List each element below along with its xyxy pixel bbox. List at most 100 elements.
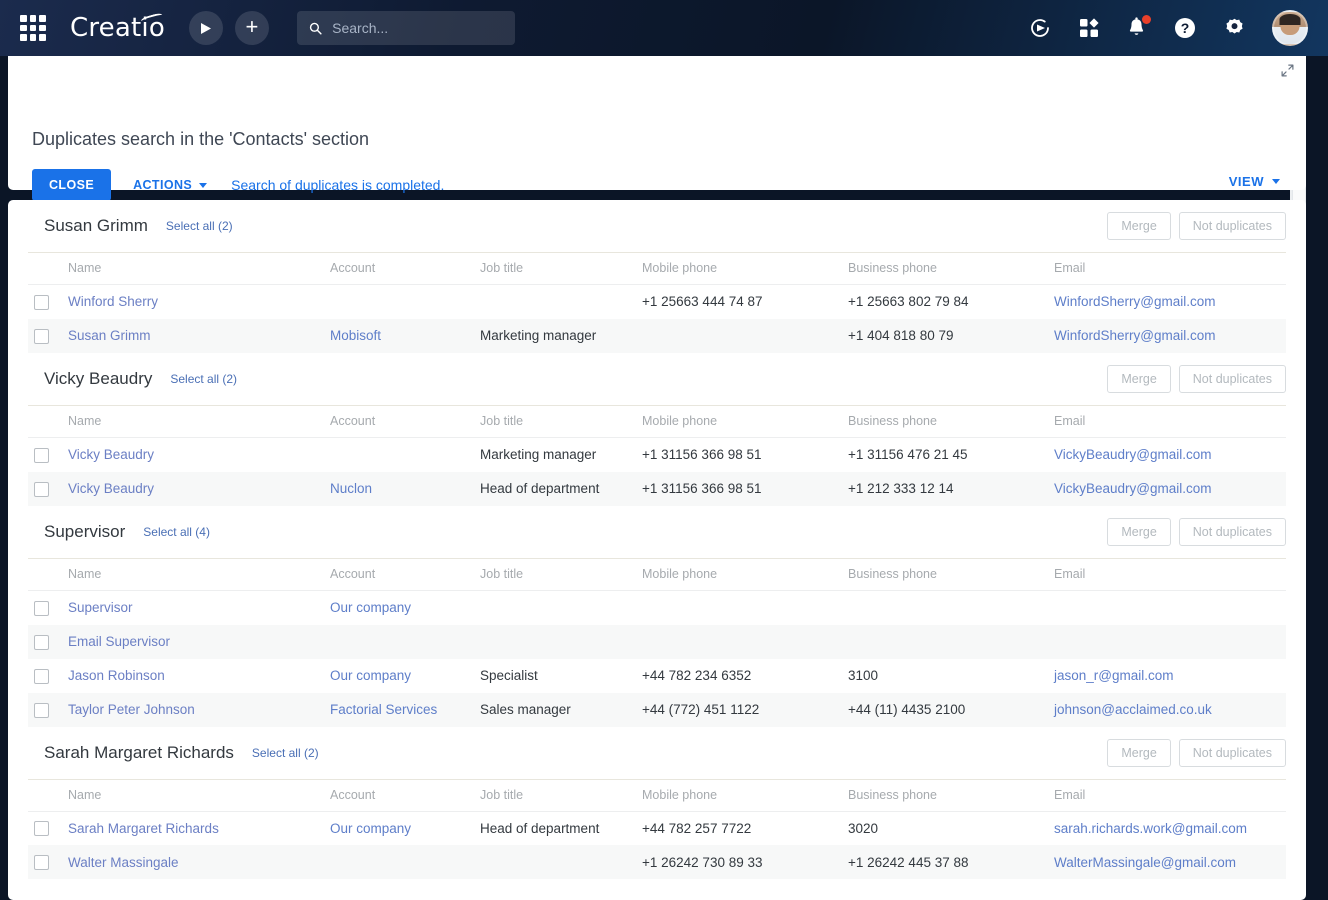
column-header-mobile[interactable]: Mobile phone — [642, 252, 848, 285]
search-box[interactable] — [296, 11, 515, 45]
account-link[interactable]: Factorial Services — [330, 702, 437, 717]
row-checkbox[interactable] — [34, 855, 49, 871]
toolbar-actions: CLOSE ACTIONS Search of duplicates is co… — [32, 169, 444, 201]
row-checkbox[interactable] — [34, 328, 49, 344]
expand-icon[interactable] — [1281, 64, 1294, 82]
column-header-mobile[interactable]: Mobile phone — [642, 404, 848, 438]
column-header-account[interactable]: Account — [330, 778, 480, 812]
table-row[interactable]: Walter Massingale +1 26242 730 89 33 +1 26… — [28, 845, 1286, 880]
apps-grid-icon[interactable] — [18, 13, 48, 43]
account-link[interactable]: Our company — [330, 821, 411, 836]
view-menu-button[interactable]: VIEW — [1229, 174, 1280, 189]
column-header-email[interactable]: Email — [1054, 404, 1286, 438]
table-row[interactable]: Susan Grimm Mobisoft Marketing manager +1 4… — [28, 318, 1286, 353]
select-all-link[interactable]: Select all (2) — [252, 746, 319, 760]
row-checkbox[interactable] — [34, 702, 49, 718]
user-avatar[interactable] — [1272, 10, 1308, 46]
column-header-job[interactable]: Job title — [480, 404, 642, 438]
not-duplicates-button[interactable]: Not duplicates — [1178, 212, 1286, 240]
name-link[interactable]: Walter Massingale — [68, 855, 179, 870]
table-row[interactable]: Jason Robinson Our company Specialist +44 7… — [28, 659, 1286, 693]
account-link[interactable]: Our company — [330, 668, 411, 683]
copilot-icon[interactable] — [1028, 16, 1052, 40]
column-header-name[interactable]: Name — [68, 252, 330, 285]
merge-button[interactable]: Merge — [1107, 738, 1171, 767]
column-header-mobile[interactable]: Mobile phone — [642, 778, 848, 812]
select-all-link[interactable]: Select all (4) — [143, 525, 210, 539]
column-header-business[interactable]: Business phone — [848, 404, 1054, 438]
help-question-icon[interactable]: ? — [1173, 16, 1197, 40]
name-link[interactable]: Vicky Beaudry — [68, 481, 154, 496]
column-header-email[interactable]: Email — [1054, 778, 1286, 812]
status-message[interactable]: Search of duplicates is completed. — [231, 177, 444, 193]
search-icon — [309, 22, 322, 35]
table-row[interactable]: Supervisor Our company — [28, 590, 1286, 624]
name-link[interactable]: Vicky Beaudry — [68, 447, 154, 462]
row-checkbox[interactable] — [34, 294, 49, 310]
email-link[interactable]: johnson@acclaimed.co.uk — [1054, 702, 1212, 717]
name-link[interactable]: Supervisor — [68, 600, 133, 615]
merge-button[interactable]: Merge — [1107, 364, 1171, 393]
email-link[interactable]: WinfordSherry@gmail.com — [1054, 294, 1216, 309]
merge-button[interactable]: Merge — [1107, 212, 1171, 240]
column-header-job[interactable]: Job title — [480, 252, 642, 285]
table-row[interactable]: Sarah Margaret Richards Our company Head o… — [28, 811, 1286, 845]
table-row[interactable]: Taylor Peter Johnson Factorial Services Sa… — [28, 692, 1286, 727]
column-header-mobile[interactable]: Mobile phone — [642, 557, 848, 591]
name-link[interactable]: Winford Sherry — [68, 294, 158, 309]
column-header-job[interactable]: Job title — [480, 778, 642, 812]
notifications-bell-icon[interactable] — [1126, 15, 1151, 39]
account-link[interactable]: Our company — [330, 600, 411, 615]
row-checkbox[interactable] — [34, 634, 49, 650]
column-header-business[interactable]: Business phone — [848, 557, 1054, 591]
select-all-link[interactable]: Select all (2) — [170, 372, 237, 386]
row-checkbox[interactable] — [34, 447, 49, 463]
email-link[interactable]: VickyBeaudry@gmail.com — [1054, 447, 1212, 462]
not-duplicates-button[interactable]: Not duplicates — [1178, 738, 1286, 767]
name-link[interactable]: Jason Robinson — [68, 668, 165, 683]
actions-menu-button[interactable]: ACTIONS — [133, 178, 208, 192]
column-header-business[interactable]: Business phone — [848, 778, 1054, 812]
column-header-name[interactable]: Name — [68, 778, 330, 812]
close-button[interactable]: CLOSE — [32, 169, 112, 201]
email-link[interactable]: WinfordSherry@gmail.com — [1054, 328, 1216, 343]
column-header-job[interactable]: Job title — [480, 557, 642, 591]
email-link[interactable]: VickyBeaudry@gmail.com — [1054, 481, 1212, 496]
email-link[interactable]: WalterMassingale@gmail.com — [1054, 855, 1236, 870]
column-header-account[interactable]: Account — [330, 252, 480, 285]
email-link[interactable]: jason_r@gmail.com — [1054, 668, 1174, 683]
column-header-account[interactable]: Account — [330, 404, 480, 438]
merge-button[interactable]: Merge — [1107, 517, 1171, 546]
column-header-name[interactable]: Name — [68, 404, 330, 438]
name-link[interactable]: Susan Grimm — [68, 328, 151, 343]
table-row[interactable]: Vicky Beaudry Nuclon Head of department +1 … — [28, 471, 1286, 506]
table-row[interactable]: Email Supervisor — [28, 624, 1286, 659]
plus-icon[interactable]: + — [234, 11, 269, 45]
name-link[interactable]: Sarah Margaret Richards — [68, 821, 219, 836]
table-row[interactable]: Winford Sherry +1 25663 444 74 87 +1 25663… — [28, 285, 1286, 319]
column-header-email[interactable]: Email — [1054, 252, 1286, 285]
select-all-link[interactable]: Select all (2) — [166, 219, 233, 233]
row-checkbox[interactable] — [34, 481, 49, 497]
play-icon[interactable] — [188, 11, 223, 45]
column-header-account[interactable]: Account — [330, 557, 480, 591]
account-link[interactable]: Nuclon — [330, 481, 372, 496]
row-checkbox[interactable] — [34, 600, 49, 616]
settings-gear-icon[interactable] — [1223, 17, 1246, 40]
row-checkbox[interactable] — [34, 668, 49, 684]
search-input[interactable] — [332, 20, 503, 36]
name-link[interactable]: Taylor Peter Johnson — [68, 702, 195, 717]
group-title: Sarah Margaret Richards — [44, 742, 234, 762]
not-duplicates-button[interactable]: Not duplicates — [1178, 364, 1286, 393]
account-link[interactable]: Mobisoft — [330, 328, 381, 343]
creatio-logo[interactable]: Creatio — [70, 12, 165, 43]
email-link[interactable]: sarah.richards.work@gmail.com — [1054, 821, 1247, 836]
column-header-business[interactable]: Business phone — [848, 252, 1054, 285]
table-row[interactable]: Vicky Beaudry Marketing manager +1 31156 3… — [28, 437, 1286, 471]
row-checkbox[interactable] — [34, 821, 49, 837]
apps-squares-icon[interactable] — [1078, 17, 1100, 39]
name-link[interactable]: Email Supervisor — [68, 634, 170, 649]
column-header-name[interactable]: Name — [68, 557, 330, 591]
not-duplicates-button[interactable]: Not duplicates — [1178, 517, 1286, 546]
column-header-email[interactable]: Email — [1054, 557, 1286, 591]
